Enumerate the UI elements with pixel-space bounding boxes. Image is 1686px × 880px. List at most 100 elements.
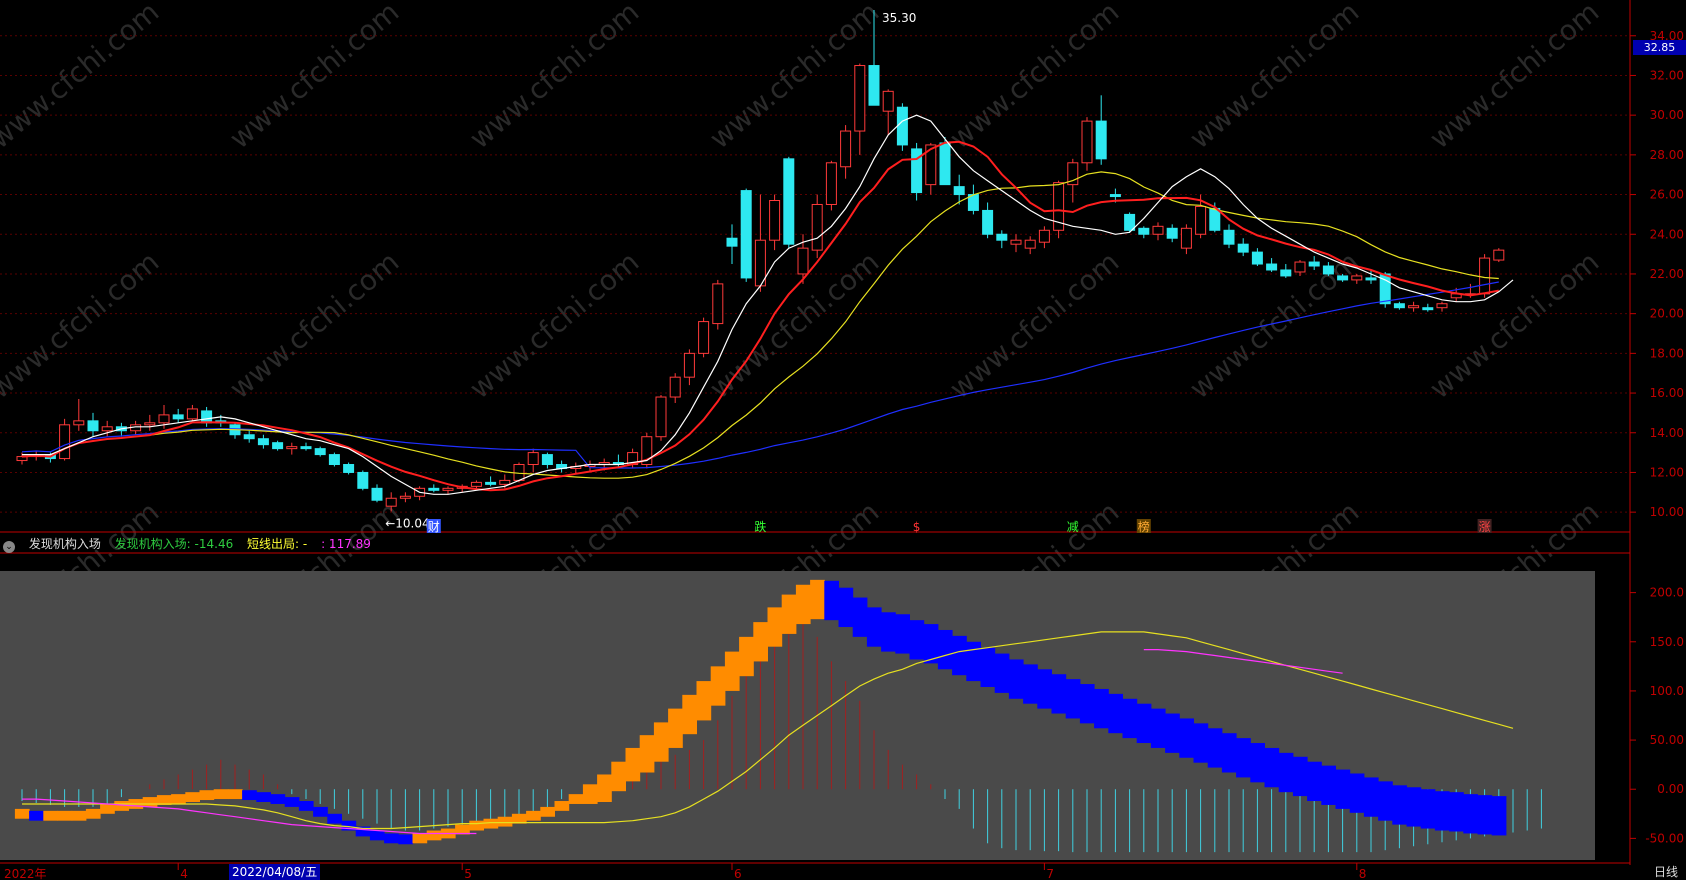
candle-body (1294, 261, 1306, 273)
candle-body (343, 464, 355, 473)
watermark: www.cfchi.com (223, 0, 405, 155)
candle-body (257, 438, 269, 446)
band-block (1079, 684, 1095, 724)
band-block (1420, 789, 1436, 829)
candle-body (698, 321, 710, 354)
candle-body (1408, 305, 1420, 309)
candle-body (371, 487, 383, 501)
band-block (739, 636, 754, 677)
band-block (724, 651, 740, 691)
band-block (653, 722, 669, 762)
candle-body (300, 446, 312, 450)
band-block (994, 653, 1010, 693)
candle-body (485, 481, 497, 485)
candle-body (996, 233, 1008, 241)
band-block (1335, 769, 1351, 809)
band-block (1406, 787, 1422, 827)
candle-body (896, 106, 908, 146)
candle-body (1081, 120, 1093, 164)
candle-body (712, 283, 724, 325)
candle-body (726, 237, 738, 247)
candle-body (1436, 303, 1448, 309)
chevron-down-icon[interactable]: ⌄ (3, 541, 15, 553)
time-axis-label: 6 (734, 867, 742, 880)
candle-body (1138, 227, 1150, 235)
indicator-value-1: 发现机构入场: -14.46 (114, 537, 234, 551)
band-block (1008, 659, 1024, 699)
candle-body (840, 130, 852, 168)
indicator-tick-label: 200.0 (1650, 586, 1684, 600)
candle-body (811, 203, 823, 251)
candle-body (1237, 243, 1249, 253)
candle-body (172, 414, 184, 420)
candle-body (314, 448, 326, 456)
price-tick-label: 24.00 (1650, 227, 1684, 241)
candle-body (1166, 227, 1178, 239)
event-marker: 减 (1067, 520, 1079, 534)
band-block (57, 810, 73, 821)
candle-body (1351, 275, 1363, 281)
chart-canvas[interactable]: www.cfchi.com www.cfchi.com www.cfchi.com w… (0, 0, 1686, 880)
candle-body (1422, 307, 1434, 311)
price-tick-label: 32.00 (1650, 68, 1684, 82)
candle-body (825, 162, 837, 205)
candle-body (499, 479, 511, 485)
band-block (412, 833, 428, 844)
indicator-tick-label: 50.00 (1650, 733, 1684, 747)
band-block (1023, 664, 1038, 704)
candle-body (1266, 263, 1278, 271)
candle-body (73, 420, 85, 426)
indicator-name[interactable]: 发现机构入场 (29, 537, 101, 551)
candle-body (541, 454, 553, 466)
candle-body (1209, 207, 1221, 231)
price-tick-label: 18.00 (1650, 346, 1684, 360)
watermark-layer: www.cfchi.com www.cfchi.com www.cfchi.com w… (0, 0, 1605, 655)
price-tick-label: 20.00 (1650, 307, 1684, 321)
band-block (1349, 773, 1365, 813)
band-block (1108, 693, 1123, 734)
band-block (568, 794, 584, 804)
band-block (142, 797, 158, 807)
candle-body (769, 200, 781, 241)
low-price-label: ←10.04 (385, 516, 429, 530)
band-block (284, 797, 300, 807)
band-block (781, 594, 797, 634)
watermark: www.cfchi.com (223, 245, 405, 405)
band-block (242, 790, 257, 801)
price-tick-label: 26.00 (1650, 188, 1684, 202)
band-block (1250, 743, 1265, 783)
band-block (838, 587, 854, 628)
price-tick-label: 30.00 (1650, 108, 1684, 122)
band-block (1392, 785, 1407, 825)
band-block (213, 789, 229, 800)
band-block (824, 580, 839, 621)
candle-body (357, 471, 369, 489)
time-axis-label: 8 (1359, 867, 1367, 880)
band-block (937, 629, 953, 670)
indicator-tick-label: 100.0 (1650, 684, 1684, 698)
candle-body (1223, 229, 1235, 245)
indicator-value-3: : 117.89 (321, 537, 371, 551)
band-block (43, 810, 58, 821)
band-block (639, 735, 655, 773)
indicator-tick-label: 150.0 (1650, 635, 1684, 649)
candle-body (1038, 229, 1050, 243)
band-block (753, 622, 768, 662)
candle-body (1322, 265, 1334, 275)
band-block (1449, 792, 1464, 832)
candle-body (1152, 225, 1164, 235)
candle-body (1393, 303, 1405, 309)
candle-body (1195, 205, 1207, 235)
band-block (682, 694, 697, 735)
band-block (1165, 713, 1180, 753)
watermark: www.cfchi.com (1423, 245, 1605, 405)
candle-body (868, 65, 880, 106)
band-block (1292, 756, 1308, 797)
candle-body (740, 190, 752, 279)
price-tick-label: 12.00 (1650, 465, 1684, 479)
candle-body (1479, 257, 1491, 295)
period-label[interactable]: 日线 (1654, 865, 1678, 880)
band-block (526, 810, 541, 821)
band-block (1491, 796, 1507, 836)
candle-body (854, 65, 866, 132)
